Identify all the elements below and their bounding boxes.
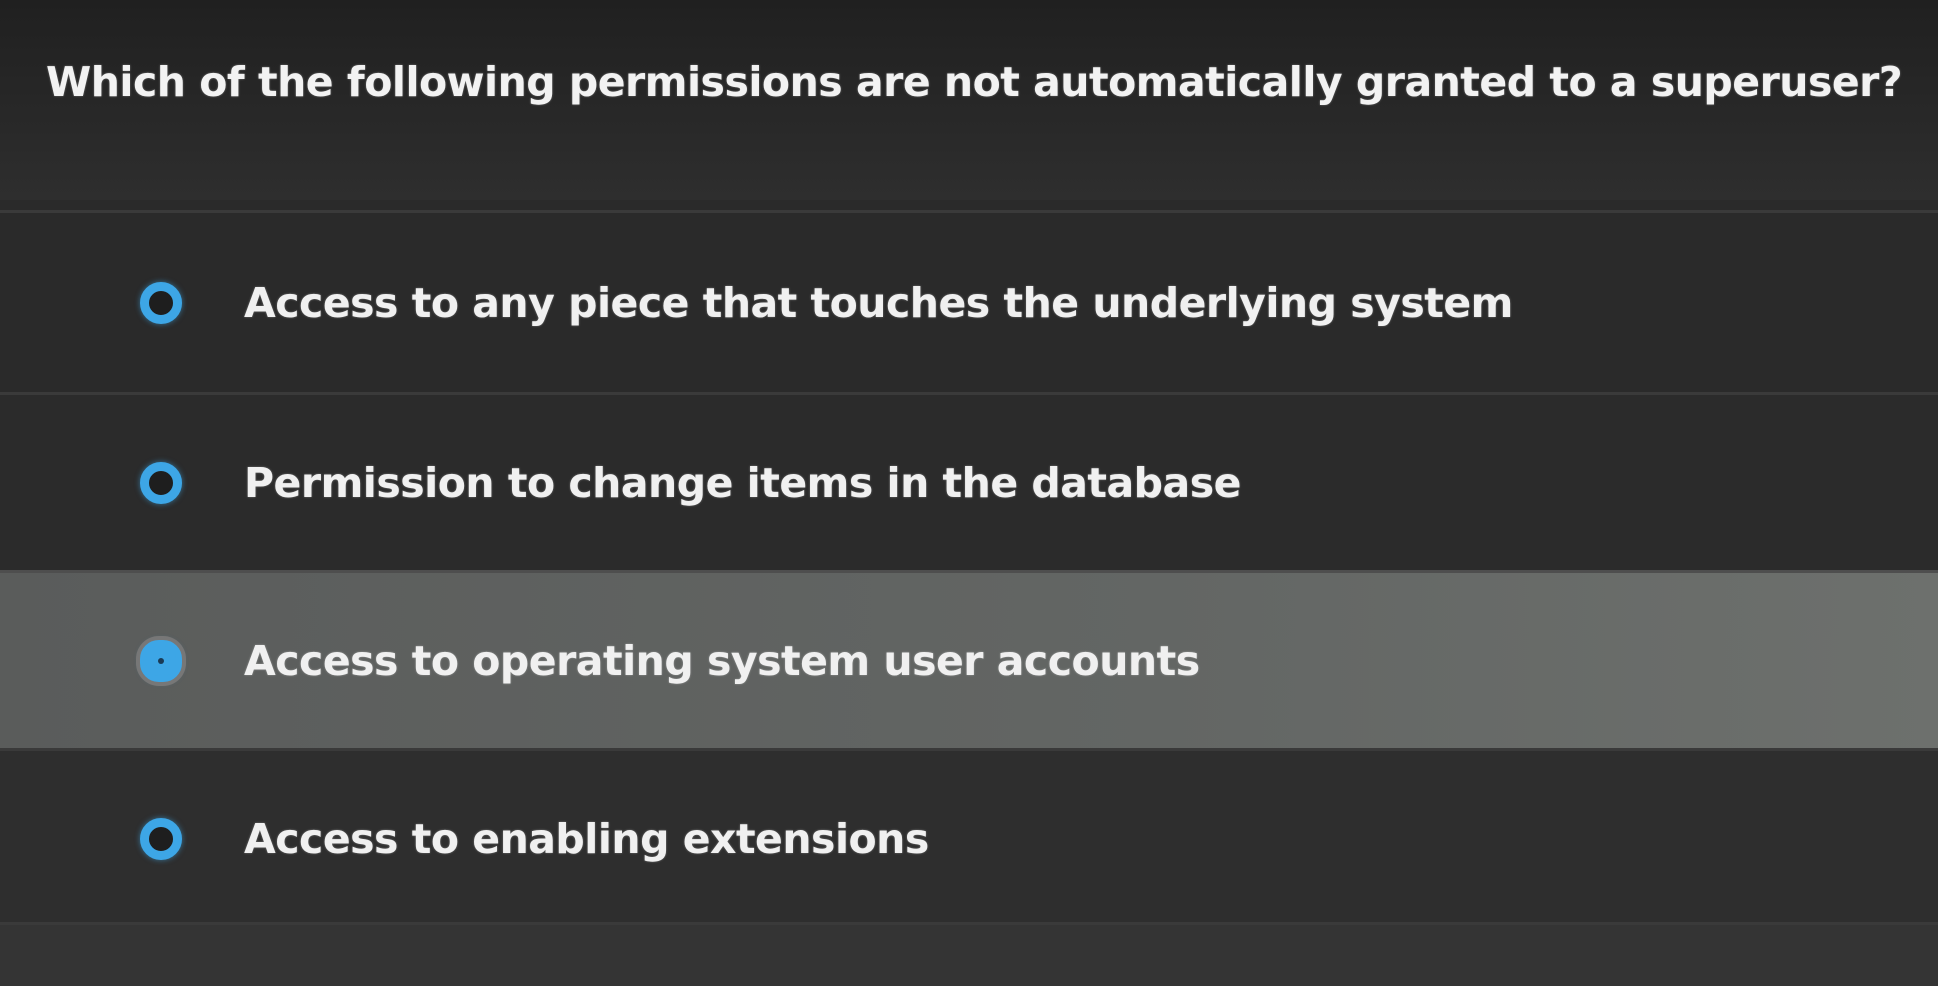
option-label-4: Access to enabling extensions bbox=[244, 814, 929, 863]
bottom-strip bbox=[0, 922, 1938, 986]
option-4[interactable]: Access to enabling extensions bbox=[0, 748, 1938, 926]
option-3[interactable]: Access to operating system user accounts bbox=[0, 570, 1938, 748]
radio-button-3-selected[interactable] bbox=[140, 639, 182, 682]
options-list: Access to any piece that touches the und… bbox=[0, 210, 1938, 926]
radio-button-2[interactable] bbox=[140, 461, 182, 504]
option-label-2: Permission to change items in the databa… bbox=[244, 458, 1241, 507]
radio-button-4[interactable] bbox=[140, 817, 182, 860]
question-text: Which of the following permissions are n… bbox=[0, 0, 1938, 200]
option-label-1: Access to any piece that touches the und… bbox=[244, 278, 1513, 327]
option-2[interactable]: Permission to change items in the databa… bbox=[0, 392, 1938, 570]
radio-button-1[interactable] bbox=[140, 281, 182, 324]
option-label-3: Access to operating system user accounts bbox=[244, 636, 1200, 685]
option-1[interactable]: Access to any piece that touches the und… bbox=[0, 210, 1938, 392]
quiz-container: Which of the following permissions are n… bbox=[0, 0, 1938, 986]
